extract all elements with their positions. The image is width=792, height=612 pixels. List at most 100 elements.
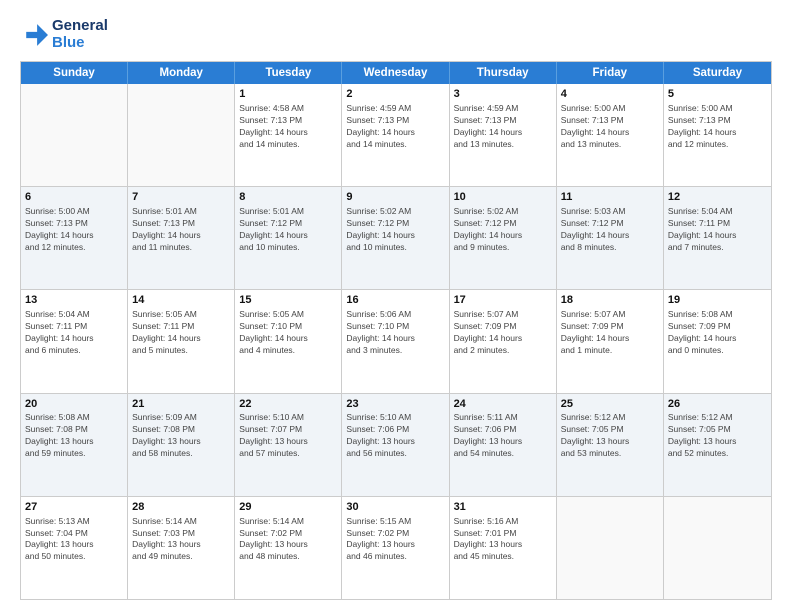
- day-cell-11: 11Sunrise: 5:03 AMSunset: 7:12 PMDayligh…: [557, 187, 664, 289]
- day-info: Sunrise: 5:00 AMSunset: 7:13 PMDaylight:…: [561, 103, 659, 151]
- day-number: 26: [668, 397, 767, 412]
- day-number: 5: [668, 87, 767, 102]
- day-number: 19: [668, 293, 767, 308]
- day-number: 23: [346, 397, 444, 412]
- day-cell-9: 9Sunrise: 5:02 AMSunset: 7:12 PMDaylight…: [342, 187, 449, 289]
- day-number: 7: [132, 190, 230, 205]
- day-number: 16: [346, 293, 444, 308]
- day-header-sunday: Sunday: [21, 62, 128, 84]
- day-cell-8: 8Sunrise: 5:01 AMSunset: 7:12 PMDaylight…: [235, 187, 342, 289]
- day-info: Sunrise: 5:04 AMSunset: 7:11 PMDaylight:…: [668, 206, 767, 254]
- day-info: Sunrise: 5:05 AMSunset: 7:10 PMDaylight:…: [239, 309, 337, 357]
- day-info: Sunrise: 5:16 AMSunset: 7:01 PMDaylight:…: [454, 516, 552, 564]
- day-number: 30: [346, 500, 444, 515]
- logo-icon: [20, 21, 48, 49]
- calendar-header: SundayMondayTuesdayWednesdayThursdayFrid…: [21, 62, 771, 84]
- day-number: 20: [25, 397, 123, 412]
- day-info: Sunrise: 5:15 AMSunset: 7:02 PMDaylight:…: [346, 516, 444, 564]
- day-info: Sunrise: 5:05 AMSunset: 7:11 PMDaylight:…: [132, 309, 230, 357]
- day-cell-12: 12Sunrise: 5:04 AMSunset: 7:11 PMDayligh…: [664, 187, 771, 289]
- day-info: Sunrise: 5:09 AMSunset: 7:08 PMDaylight:…: [132, 412, 230, 460]
- day-cell-15: 15Sunrise: 5:05 AMSunset: 7:10 PMDayligh…: [235, 290, 342, 392]
- day-cell-19: 19Sunrise: 5:08 AMSunset: 7:09 PMDayligh…: [664, 290, 771, 392]
- day-cell-22: 22Sunrise: 5:10 AMSunset: 7:07 PMDayligh…: [235, 394, 342, 496]
- day-cell-13: 13Sunrise: 5:04 AMSunset: 7:11 PMDayligh…: [21, 290, 128, 392]
- day-header-saturday: Saturday: [664, 62, 771, 84]
- day-number: 28: [132, 500, 230, 515]
- day-info: Sunrise: 5:07 AMSunset: 7:09 PMDaylight:…: [561, 309, 659, 357]
- day-number: 24: [454, 397, 552, 412]
- day-number: 8: [239, 190, 337, 205]
- day-cell-24: 24Sunrise: 5:11 AMSunset: 7:06 PMDayligh…: [450, 394, 557, 496]
- day-number: 14: [132, 293, 230, 308]
- week-row-5: 27Sunrise: 5:13 AMSunset: 7:04 PMDayligh…: [21, 497, 771, 599]
- day-number: 31: [454, 500, 552, 515]
- day-header-tuesday: Tuesday: [235, 62, 342, 84]
- day-number: 2: [346, 87, 444, 102]
- logo: General Blue: [20, 18, 108, 51]
- day-number: 1: [239, 87, 337, 102]
- day-cell-14: 14Sunrise: 5:05 AMSunset: 7:11 PMDayligh…: [128, 290, 235, 392]
- day-info: Sunrise: 4:59 AMSunset: 7:13 PMDaylight:…: [346, 103, 444, 151]
- calendar: SundayMondayTuesdayWednesdayThursdayFrid…: [20, 61, 772, 600]
- week-row-2: 6Sunrise: 5:00 AMSunset: 7:13 PMDaylight…: [21, 187, 771, 290]
- empty-cell: [21, 84, 128, 186]
- day-number: 11: [561, 190, 659, 205]
- day-header-monday: Monday: [128, 62, 235, 84]
- day-number: 6: [25, 190, 123, 205]
- day-number: 13: [25, 293, 123, 308]
- day-info: Sunrise: 5:12 AMSunset: 7:05 PMDaylight:…: [561, 412, 659, 460]
- week-row-4: 20Sunrise: 5:08 AMSunset: 7:08 PMDayligh…: [21, 394, 771, 497]
- day-cell-29: 29Sunrise: 5:14 AMSunset: 7:02 PMDayligh…: [235, 497, 342, 599]
- day-info: Sunrise: 5:11 AMSunset: 7:06 PMDaylight:…: [454, 412, 552, 460]
- day-info: Sunrise: 5:13 AMSunset: 7:04 PMDaylight:…: [25, 516, 123, 564]
- day-info: Sunrise: 5:10 AMSunset: 7:06 PMDaylight:…: [346, 412, 444, 460]
- day-cell-3: 3Sunrise: 4:59 AMSunset: 7:13 PMDaylight…: [450, 84, 557, 186]
- day-number: 4: [561, 87, 659, 102]
- day-info: Sunrise: 5:07 AMSunset: 7:09 PMDaylight:…: [454, 309, 552, 357]
- day-info: Sunrise: 5:14 AMSunset: 7:03 PMDaylight:…: [132, 516, 230, 564]
- day-cell-30: 30Sunrise: 5:15 AMSunset: 7:02 PMDayligh…: [342, 497, 449, 599]
- day-cell-20: 20Sunrise: 5:08 AMSunset: 7:08 PMDayligh…: [21, 394, 128, 496]
- day-header-friday: Friday: [557, 62, 664, 84]
- day-cell-4: 4Sunrise: 5:00 AMSunset: 7:13 PMDaylight…: [557, 84, 664, 186]
- header: General Blue: [20, 18, 772, 51]
- day-number: 18: [561, 293, 659, 308]
- empty-cell: [128, 84, 235, 186]
- day-cell-2: 2Sunrise: 4:59 AMSunset: 7:13 PMDaylight…: [342, 84, 449, 186]
- day-cell-26: 26Sunrise: 5:12 AMSunset: 7:05 PMDayligh…: [664, 394, 771, 496]
- day-cell-1: 1Sunrise: 4:58 AMSunset: 7:13 PMDaylight…: [235, 84, 342, 186]
- logo-text: General Blue: [52, 18, 108, 51]
- day-cell-27: 27Sunrise: 5:13 AMSunset: 7:04 PMDayligh…: [21, 497, 128, 599]
- day-number: 22: [239, 397, 337, 412]
- day-number: 27: [25, 500, 123, 515]
- day-number: 15: [239, 293, 337, 308]
- day-cell-7: 7Sunrise: 5:01 AMSunset: 7:13 PMDaylight…: [128, 187, 235, 289]
- day-number: 10: [454, 190, 552, 205]
- day-info: Sunrise: 5:00 AMSunset: 7:13 PMDaylight:…: [25, 206, 123, 254]
- day-info: Sunrise: 5:02 AMSunset: 7:12 PMDaylight:…: [346, 206, 444, 254]
- day-header-wednesday: Wednesday: [342, 62, 449, 84]
- day-info: Sunrise: 5:02 AMSunset: 7:12 PMDaylight:…: [454, 206, 552, 254]
- day-cell-17: 17Sunrise: 5:07 AMSunset: 7:09 PMDayligh…: [450, 290, 557, 392]
- day-cell-28: 28Sunrise: 5:14 AMSunset: 7:03 PMDayligh…: [128, 497, 235, 599]
- day-cell-16: 16Sunrise: 5:06 AMSunset: 7:10 PMDayligh…: [342, 290, 449, 392]
- day-number: 25: [561, 397, 659, 412]
- day-cell-23: 23Sunrise: 5:10 AMSunset: 7:06 PMDayligh…: [342, 394, 449, 496]
- day-header-thursday: Thursday: [450, 62, 557, 84]
- day-cell-31: 31Sunrise: 5:16 AMSunset: 7:01 PMDayligh…: [450, 497, 557, 599]
- day-info: Sunrise: 5:10 AMSunset: 7:07 PMDaylight:…: [239, 412, 337, 460]
- day-info: Sunrise: 5:08 AMSunset: 7:09 PMDaylight:…: [668, 309, 767, 357]
- day-info: Sunrise: 5:00 AMSunset: 7:13 PMDaylight:…: [668, 103, 767, 151]
- day-number: 3: [454, 87, 552, 102]
- day-info: Sunrise: 5:06 AMSunset: 7:10 PMDaylight:…: [346, 309, 444, 357]
- day-info: Sunrise: 5:08 AMSunset: 7:08 PMDaylight:…: [25, 412, 123, 460]
- day-number: 17: [454, 293, 552, 308]
- calendar-body: 1Sunrise: 4:58 AMSunset: 7:13 PMDaylight…: [21, 84, 771, 599]
- day-number: 12: [668, 190, 767, 205]
- day-cell-5: 5Sunrise: 5:00 AMSunset: 7:13 PMDaylight…: [664, 84, 771, 186]
- page: General Blue SundayMondayTuesdayWednesda…: [0, 0, 792, 612]
- day-info: Sunrise: 4:59 AMSunset: 7:13 PMDaylight:…: [454, 103, 552, 151]
- day-cell-25: 25Sunrise: 5:12 AMSunset: 7:05 PMDayligh…: [557, 394, 664, 496]
- week-row-1: 1Sunrise: 4:58 AMSunset: 7:13 PMDaylight…: [21, 84, 771, 187]
